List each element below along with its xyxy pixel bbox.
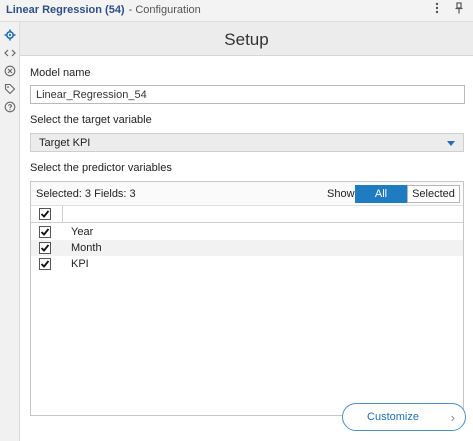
filter-all-button[interactable]: All xyxy=(355,185,407,203)
tag-icon[interactable] xyxy=(4,83,16,95)
field-checkbox[interactable] xyxy=(39,242,51,254)
close-circle-icon[interactable] xyxy=(4,65,16,77)
window-subtitle: - Configuration xyxy=(128,4,201,16)
title-bar: Linear Regression (54) - Configuration xyxy=(0,0,473,22)
filter-selected-button[interactable]: Selected xyxy=(407,185,460,203)
field-checkbox[interactable] xyxy=(39,226,51,238)
model-name-input[interactable] xyxy=(30,85,465,104)
title-bar-actions xyxy=(431,2,465,17)
target-variable-select[interactable]: Target KPI xyxy=(30,133,464,152)
fields-toolbar: Selected: 3 Fields: 3 Show: All Selected xyxy=(31,182,463,206)
window-title-text: Linear Regression (54) xyxy=(6,4,125,16)
field-label: Year xyxy=(71,226,94,238)
target-variable-value: Target KPI xyxy=(39,137,91,149)
gear-icon[interactable] xyxy=(4,29,16,41)
setup-header: Setup xyxy=(20,22,473,56)
chevron-down-icon xyxy=(447,141,455,146)
customize-button[interactable]: Customize › xyxy=(342,403,466,431)
configuration-panel: Setup Model name Select the target varia… xyxy=(20,22,473,441)
grid-header xyxy=(31,206,463,223)
chevron-right-icon: › xyxy=(450,410,455,425)
select-all-checkbox[interactable] xyxy=(39,208,51,220)
help-icon[interactable] xyxy=(4,101,16,113)
predictor-fields-list: Selected: 3 Fields: 3 Show: All Selected… xyxy=(30,181,464,416)
target-variable-label: Select the target variable xyxy=(30,114,152,126)
predictor-variables-label: Select the predictor variables xyxy=(30,162,172,174)
field-checkbox[interactable] xyxy=(39,258,51,270)
page-title: Setup xyxy=(224,30,269,49)
field-row[interactable]: Month xyxy=(31,240,463,256)
field-label: Month xyxy=(71,242,102,254)
more-vertical-icon[interactable] xyxy=(431,2,443,17)
code-icon[interactable] xyxy=(4,47,16,59)
pin-icon[interactable] xyxy=(453,2,465,17)
window-title: Linear Regression (54) - Configuration xyxy=(6,4,201,16)
model-name-label: Model name xyxy=(30,67,91,79)
field-row[interactable]: Year xyxy=(31,224,463,240)
selection-summary: Selected: 3 Fields: 3 xyxy=(36,188,136,200)
field-label: KPI xyxy=(71,258,89,270)
select-all-cell xyxy=(31,206,63,223)
left-toolbar xyxy=(0,22,20,441)
customize-button-label: Customize xyxy=(367,411,419,423)
show-filter-label: Show: xyxy=(327,188,358,200)
field-row[interactable]: KPI xyxy=(31,256,463,272)
